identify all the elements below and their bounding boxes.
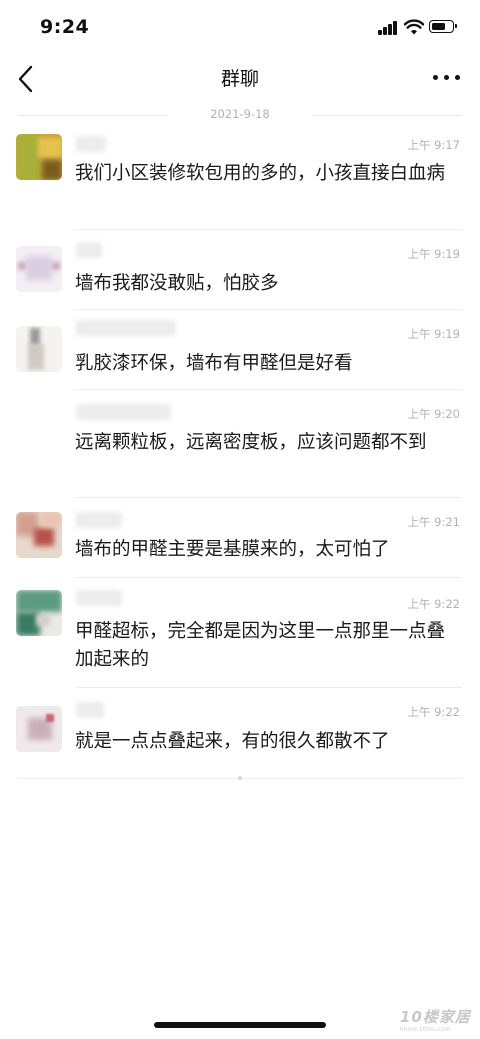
chat-message: 上午 9:20 远离颗粒板，远离密度板，应该问题都不到 — [0, 390, 480, 498]
avatar[interactable] — [16, 590, 62, 636]
sender-name-blurred — [76, 590, 122, 606]
message-text: 墙布的甲醛主要是基膜来的，太可怕了 — [75, 539, 390, 560]
battery-icon — [429, 20, 457, 33]
more-options-icon[interactable] — [432, 66, 462, 86]
sender-name-blurred — [76, 136, 106, 152]
watermark-logo: 10楼家居 — [400, 1008, 471, 1026]
home-indicator[interactable] — [154, 1022, 326, 1028]
watermark-url: home.10lou.com — [400, 1026, 451, 1033]
message-time: 上午 9:22 — [407, 597, 460, 611]
nav-bar: 群聊 — [0, 56, 480, 102]
message-text: 墙布我都没敢贴，怕胶多 — [75, 273, 279, 294]
sender-name-blurred — [76, 320, 176, 336]
message-text: 乳胶漆环保，墙布有甲醛但是好看 — [75, 353, 353, 374]
message-text: 甲醛超标，完全都是因为这里一点那里一点叠加起来的 — [75, 621, 446, 670]
avatar[interactable] — [16, 326, 62, 372]
message-text: 远离颗粒板，远离密度板，应该问题都不到 — [75, 432, 427, 453]
avatar[interactable] — [16, 706, 62, 752]
page-title: 群聊 — [220, 68, 259, 90]
sender-name-blurred — [76, 702, 104, 718]
avatar[interactable] — [16, 512, 62, 558]
chat-message: 上午 9:22 就是一点点叠起来，有的很久都散不了 — [0, 688, 480, 768]
divider — [312, 115, 462, 116]
chat-message: 上午 9:17 我们小区装修软包用的多的，小孩直接白血病 — [0, 130, 480, 230]
sender-name-blurred — [76, 242, 102, 258]
message-time: 上午 9:21 — [407, 515, 460, 529]
sender-name-blurred — [76, 512, 122, 528]
status-bar: 9:24 — [0, 0, 480, 56]
date-label: 2021-9-18 — [210, 107, 270, 121]
message-time: 上午 9:17 — [407, 138, 460, 152]
sender-name-blurred — [76, 404, 171, 420]
chat-message: 上午 9:19 墙布我都没敢贴，怕胶多 — [0, 230, 480, 310]
message-time: 上午 9:22 — [407, 705, 460, 719]
message-time: 上午 9:19 — [407, 247, 460, 261]
chat-message: 上午 9:21 墙布的甲醛主要是基膜来的，太可怕了 — [0, 498, 480, 578]
end-marker-dot — [238, 776, 242, 780]
avatar[interactable] — [16, 246, 62, 292]
status-time: 9:24 — [40, 16, 90, 38]
date-separator: 2021-9-18 — [18, 104, 462, 126]
wifi-icon — [404, 19, 424, 35]
cellular-signal-icon — [378, 21, 398, 35]
avatar[interactable] — [16, 134, 62, 180]
message-time: 上午 9:20 — [407, 407, 460, 421]
chat-message: 上午 9:19 乳胶漆环保，墙布有甲醛但是好看 — [0, 310, 480, 390]
chat-message: 上午 9:22 甲醛超标，完全都是因为这里一点那里一点叠加起来的 — [0, 578, 480, 688]
message-text: 我们小区装修软包用的多的，小孩直接白血病 — [75, 163, 446, 184]
message-text: 就是一点点叠起来，有的很久都散不了 — [75, 731, 390, 752]
message-time: 上午 9:19 — [407, 327, 460, 341]
